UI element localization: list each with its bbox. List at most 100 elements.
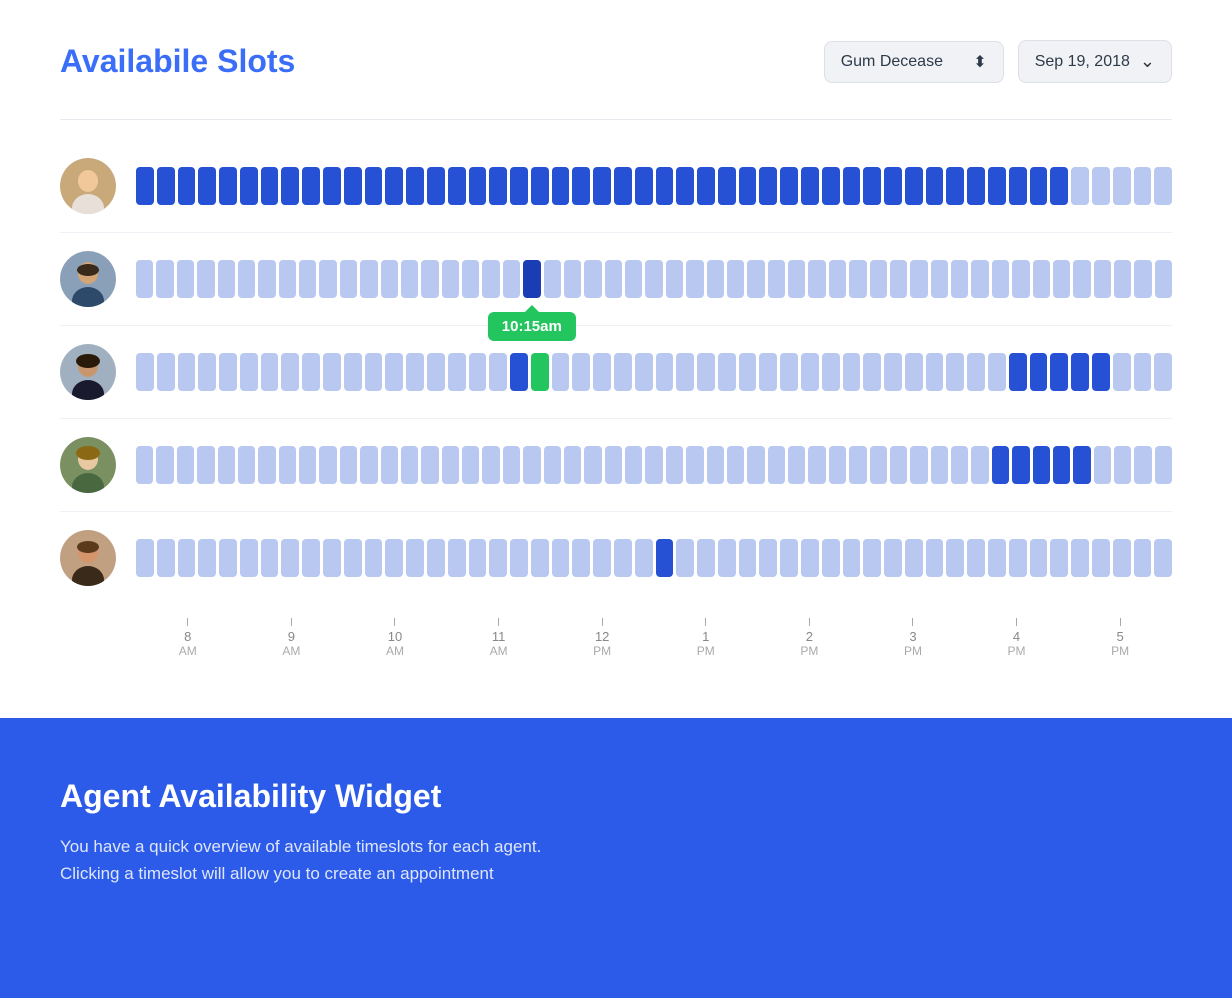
time-slot[interactable] <box>510 539 528 577</box>
time-slot[interactable] <box>385 353 403 391</box>
time-slot[interactable] <box>299 260 316 298</box>
time-slot[interactable] <box>448 353 466 391</box>
time-slot[interactable] <box>971 446 988 484</box>
time-slot[interactable] <box>718 167 736 205</box>
time-slot[interactable] <box>442 260 459 298</box>
time-slot[interactable] <box>240 539 258 577</box>
time-slot[interactable] <box>178 167 196 205</box>
time-slot[interactable] <box>863 167 881 205</box>
time-slot[interactable] <box>281 539 299 577</box>
time-slot[interactable] <box>302 539 320 577</box>
time-slot[interactable] <box>1071 353 1089 391</box>
time-slot[interactable] <box>593 353 611 391</box>
time-slot[interactable] <box>462 446 479 484</box>
time-slot-selected[interactable]: 10:15am <box>523 260 540 298</box>
time-slot[interactable] <box>739 353 757 391</box>
time-slot[interactable] <box>177 260 194 298</box>
time-slot[interactable] <box>136 353 154 391</box>
time-slot[interactable] <box>910 446 927 484</box>
time-slot[interactable] <box>219 167 237 205</box>
time-slot[interactable] <box>1154 539 1172 577</box>
time-slot[interactable] <box>988 353 1006 391</box>
time-slot[interactable] <box>946 167 964 205</box>
category-dropdown[interactable]: Gum Decease ⬍ <box>824 41 1004 83</box>
time-slot[interactable] <box>531 167 549 205</box>
time-slot[interactable] <box>686 260 703 298</box>
time-slot[interactable] <box>198 353 216 391</box>
time-slot[interactable] <box>401 446 418 484</box>
time-slot[interactable] <box>469 539 487 577</box>
time-slot[interactable] <box>676 167 694 205</box>
time-slot[interactable] <box>1053 446 1070 484</box>
time-slot[interactable] <box>863 353 881 391</box>
time-slot[interactable] <box>768 260 785 298</box>
time-slot[interactable] <box>261 353 279 391</box>
time-slot[interactable] <box>1071 167 1089 205</box>
time-slot[interactable] <box>605 446 622 484</box>
time-slot[interactable] <box>967 167 985 205</box>
time-slot[interactable] <box>406 167 424 205</box>
time-slot[interactable] <box>1155 446 1172 484</box>
time-slot[interactable] <box>1094 446 1111 484</box>
time-slot[interactable] <box>385 539 403 577</box>
time-slot[interactable] <box>427 353 445 391</box>
time-slot[interactable] <box>676 539 694 577</box>
time-slot[interactable] <box>747 260 764 298</box>
time-slot[interactable] <box>401 260 418 298</box>
time-slot[interactable] <box>822 353 840 391</box>
time-slot[interactable] <box>323 539 341 577</box>
time-slot[interactable] <box>218 260 235 298</box>
time-slot[interactable] <box>552 539 570 577</box>
time-slot[interactable] <box>707 260 724 298</box>
time-slot[interactable] <box>1134 260 1151 298</box>
time-slot[interactable] <box>718 353 736 391</box>
time-slot[interactable] <box>946 539 964 577</box>
time-slot[interactable] <box>905 167 923 205</box>
time-slot[interactable] <box>584 446 601 484</box>
time-slot[interactable] <box>365 167 383 205</box>
time-slot[interactable] <box>614 167 632 205</box>
time-slot[interactable] <box>365 353 383 391</box>
time-slot[interactable] <box>1094 260 1111 298</box>
time-slot[interactable] <box>905 353 923 391</box>
time-slot[interactable] <box>1073 260 1090 298</box>
time-slot[interactable] <box>946 353 964 391</box>
time-slot[interactable] <box>645 260 662 298</box>
time-slot[interactable] <box>676 353 694 391</box>
time-slot[interactable] <box>890 260 907 298</box>
time-slot[interactable] <box>829 446 846 484</box>
time-slot[interactable] <box>136 260 153 298</box>
time-slot[interactable] <box>992 260 1009 298</box>
time-slot[interactable] <box>319 260 336 298</box>
time-slot[interactable] <box>951 260 968 298</box>
time-slot[interactable] <box>552 167 570 205</box>
time-slot[interactable] <box>926 353 944 391</box>
time-slot[interactable] <box>385 167 403 205</box>
time-slot[interactable] <box>544 446 561 484</box>
time-slot[interactable] <box>156 260 173 298</box>
time-slot[interactable] <box>261 539 279 577</box>
time-slot[interactable] <box>884 539 902 577</box>
time-slot[interactable] <box>279 446 296 484</box>
time-slot[interactable] <box>198 167 216 205</box>
time-slot[interactable] <box>1092 539 1110 577</box>
time-slot[interactable] <box>843 353 861 391</box>
time-slot[interactable] <box>544 260 561 298</box>
time-slot[interactable] <box>258 260 275 298</box>
time-slot[interactable] <box>136 539 154 577</box>
time-slot[interactable] <box>344 539 362 577</box>
time-slot[interactable] <box>258 446 275 484</box>
time-slot[interactable] <box>1154 353 1172 391</box>
time-slot[interactable] <box>870 260 887 298</box>
time-slot[interactable] <box>801 539 819 577</box>
time-slot[interactable] <box>739 167 757 205</box>
time-slot[interactable] <box>870 446 887 484</box>
time-slot[interactable] <box>427 167 445 205</box>
time-slot[interactable] <box>584 260 601 298</box>
time-slot[interactable] <box>360 446 377 484</box>
time-slot[interactable] <box>572 167 590 205</box>
time-slot[interactable] <box>489 353 507 391</box>
time-slot[interactable] <box>157 167 175 205</box>
time-slot[interactable] <box>1030 539 1048 577</box>
time-slot[interactable] <box>739 539 757 577</box>
